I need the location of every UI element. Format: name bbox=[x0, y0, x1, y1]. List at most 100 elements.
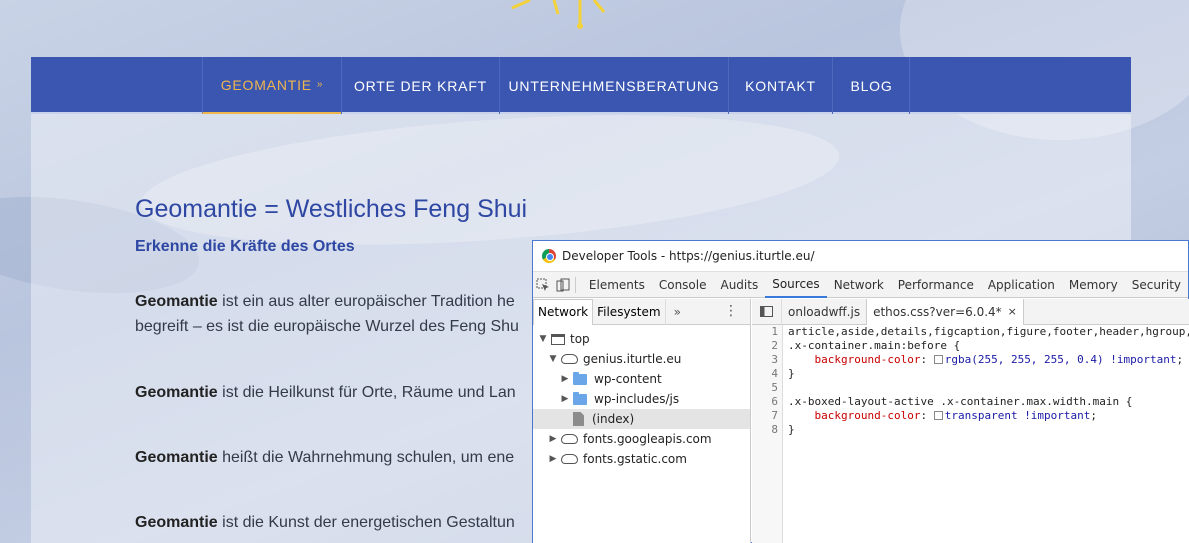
line-number: 4 bbox=[771, 367, 778, 380]
line-number: 5 bbox=[771, 381, 778, 394]
color-swatch-icon[interactable] bbox=[933, 411, 943, 420]
nav-item-unternehmensberatung[interactable]: UNTERNEHMENSBERATUNG bbox=[499, 57, 728, 114]
tab-audits[interactable]: Audits bbox=[713, 272, 765, 298]
cloud-icon bbox=[561, 434, 578, 444]
expand-arrow-icon[interactable]: ▶ bbox=[547, 454, 559, 464]
toggle-navigator-icon[interactable] bbox=[752, 299, 782, 325]
bold-term: Geomantie bbox=[135, 514, 218, 531]
line-number: 1 bbox=[771, 325, 778, 338]
navigator-tab-filesystem[interactable]: Filesystem bbox=[593, 298, 666, 325]
line-number-gutter: 1 2 3 4 5 6 7 8 bbox=[752, 325, 783, 543]
nav-item-kontakt[interactable]: KONTAKT bbox=[728, 57, 832, 114]
nav-divider bbox=[909, 57, 910, 114]
page-title: Geomantie = Westliches Feng Shui bbox=[135, 195, 528, 223]
nav-item-label: ORTE DER KRAFT bbox=[353, 77, 488, 94]
tree-item-file[interactable]: (index) bbox=[533, 409, 750, 429]
tab-console[interactable]: Console bbox=[652, 272, 714, 298]
tree-item-folder[interactable]: ▶ wp-content bbox=[533, 369, 750, 389]
tree-item-domain[interactable]: ▼ genius.iturtle.eu bbox=[533, 349, 750, 369]
expand-arrow-icon[interactable]: ▼ bbox=[547, 354, 559, 364]
expand-arrow-icon[interactable]: ▶ bbox=[547, 434, 559, 444]
frame-icon bbox=[551, 333, 565, 345]
close-icon[interactable]: × bbox=[1008, 305, 1017, 318]
navigator-menu-icon[interactable]: ⋮ bbox=[724, 303, 738, 319]
paragraph: Geomantie heißt die Wahrnehmung schulen,… bbox=[135, 445, 514, 470]
code-line[interactable]: background-color: transparent !important… bbox=[788, 409, 1098, 423]
more-tabs-icon[interactable]: » bbox=[666, 305, 689, 319]
code-line[interactable]: .x-container.main:before { bbox=[788, 339, 960, 353]
expand-arrow-icon[interactable]: ▼ bbox=[537, 334, 549, 344]
tree-item-label: wp-includes/js bbox=[594, 392, 680, 406]
tab-memory[interactable]: Memory bbox=[1062, 272, 1125, 298]
line-number: 3 bbox=[771, 353, 778, 366]
tab-security[interactable]: Security bbox=[1125, 272, 1188, 298]
devtools-window: Developer Tools - https://genius.iturtle… bbox=[532, 240, 1189, 543]
bold-term: Geomantie bbox=[135, 384, 218, 401]
code-line[interactable]: background-color: rgba(255, 255, 255, 0.… bbox=[788, 353, 1184, 367]
file-icon bbox=[573, 412, 584, 426]
bold-term: Geomantie bbox=[135, 449, 218, 466]
navigator-tabbar: Network Filesystem » bbox=[533, 298, 750, 325]
inspect-element-icon[interactable] bbox=[533, 272, 553, 298]
tab-network[interactable]: Network bbox=[827, 272, 891, 298]
editor-tabbar: onloadwff.js ethos.css?ver=6.0.4* × bbox=[752, 299, 1189, 325]
devtools-tabbar: Elements Console Audits Sources Network … bbox=[533, 272, 1188, 298]
chrome-icon bbox=[542, 249, 556, 263]
editor-tab-label: onloadwff.js bbox=[788, 304, 861, 319]
editor-tab-ethos-css[interactable]: ethos.css?ver=6.0.4* × bbox=[866, 299, 1024, 325]
paragraph: Geomantie ist die Kunst der energetische… bbox=[135, 510, 515, 535]
paragraph-text: heißt die Wahrnehmung schulen, um ene bbox=[217, 449, 515, 466]
paragraph-text: ist die Heilkunst für Orte, Räume und La… bbox=[217, 384, 516, 401]
expand-arrow-icon[interactable]: ▶ bbox=[559, 374, 571, 384]
tree-item-domain[interactable]: ▶ fonts.gstatic.com bbox=[533, 449, 750, 469]
code-line[interactable]: article,aside,details,figcaption,figure,… bbox=[788, 325, 1189, 339]
tree-item-domain[interactable]: ▶ fonts.googleapis.com bbox=[533, 429, 750, 449]
cloud-icon bbox=[561, 354, 578, 364]
navigator-tab-network[interactable]: Network bbox=[533, 298, 594, 325]
sources-navigator: Network Filesystem » ⋮ ▼ top ▼ genius.it… bbox=[533, 298, 751, 543]
tab-sources[interactable]: Sources bbox=[765, 272, 827, 298]
bold-term: Geomantie bbox=[135, 293, 218, 310]
nav-item-geomantie[interactable]: GEOMANTIE » bbox=[202, 57, 341, 114]
toolbar-divider bbox=[575, 276, 576, 293]
source-editor: onloadwff.js ethos.css?ver=6.0.4* × 1 2 … bbox=[752, 299, 1189, 543]
tree-item-label: fonts.googleapis.com bbox=[583, 432, 712, 446]
folder-icon bbox=[573, 391, 587, 405]
cloud-icon bbox=[561, 454, 578, 464]
nav-item-label: UNTERNEHMENSBERATUNG bbox=[508, 77, 720, 94]
paragraph-text: ist die Kunst der energetischen Gestaltu… bbox=[217, 514, 515, 531]
tree-item-folder[interactable]: ▶ wp-includes/js bbox=[533, 389, 750, 409]
tab-application[interactable]: Application bbox=[981, 272, 1062, 298]
code-line[interactable]: .x-boxed-layout-active .x-container.max.… bbox=[788, 395, 1132, 409]
nav-item-blog[interactable]: BLOG bbox=[832, 57, 910, 114]
css-value: rgba(255, 255, 255, 0.4) !important bbox=[944, 353, 1177, 366]
nav-item-orte-der-kraft[interactable]: ORTE DER KRAFT bbox=[341, 57, 499, 114]
editor-tab-onloadwff[interactable]: onloadwff.js bbox=[782, 299, 866, 325]
nav-item-label: GEOMANTIE bbox=[220, 76, 312, 93]
folder-icon bbox=[573, 371, 587, 385]
css-property: background-color bbox=[814, 409, 921, 422]
paragraph-text: ist ein aus alter europäischer Tradition… bbox=[217, 293, 515, 310]
tree-item-label: genius.iturtle.eu bbox=[583, 352, 682, 366]
devtools-title: Developer Tools - https://genius.iturtle… bbox=[562, 249, 815, 263]
tab-performance[interactable]: Performance bbox=[891, 272, 981, 298]
devtools-titlebar[interactable]: Developer Tools - https://genius.iturtle… bbox=[533, 241, 1188, 272]
device-toolbar-icon[interactable] bbox=[553, 272, 573, 298]
tree-item-label: fonts.gstatic.com bbox=[583, 452, 687, 466]
code-line[interactable]: } bbox=[788, 367, 795, 381]
paragraph: Geomantie ist ein aus alter europäischer… bbox=[135, 289, 519, 339]
nav-item-label: KONTAKT bbox=[745, 77, 816, 94]
color-swatch-icon[interactable] bbox=[933, 355, 943, 364]
css-property: background-color bbox=[814, 353, 921, 366]
tab-elements[interactable]: Elements bbox=[582, 272, 652, 298]
line-number: 7 bbox=[771, 409, 778, 422]
editor-tab-label: ethos.css?ver=6.0.4* bbox=[873, 304, 1002, 319]
line-number: 2 bbox=[771, 339, 778, 352]
tree-item-label: (index) bbox=[592, 412, 635, 426]
nav-item-label: BLOG bbox=[850, 77, 893, 94]
chevron-down-icon: » bbox=[316, 79, 324, 90]
expand-arrow-icon[interactable]: ▶ bbox=[559, 394, 571, 404]
code-line[interactable]: } bbox=[788, 423, 795, 437]
paragraph: Geomantie ist die Heilkunst für Orte, Rä… bbox=[135, 380, 516, 405]
tree-item-top[interactable]: ▼ top bbox=[533, 329, 750, 349]
